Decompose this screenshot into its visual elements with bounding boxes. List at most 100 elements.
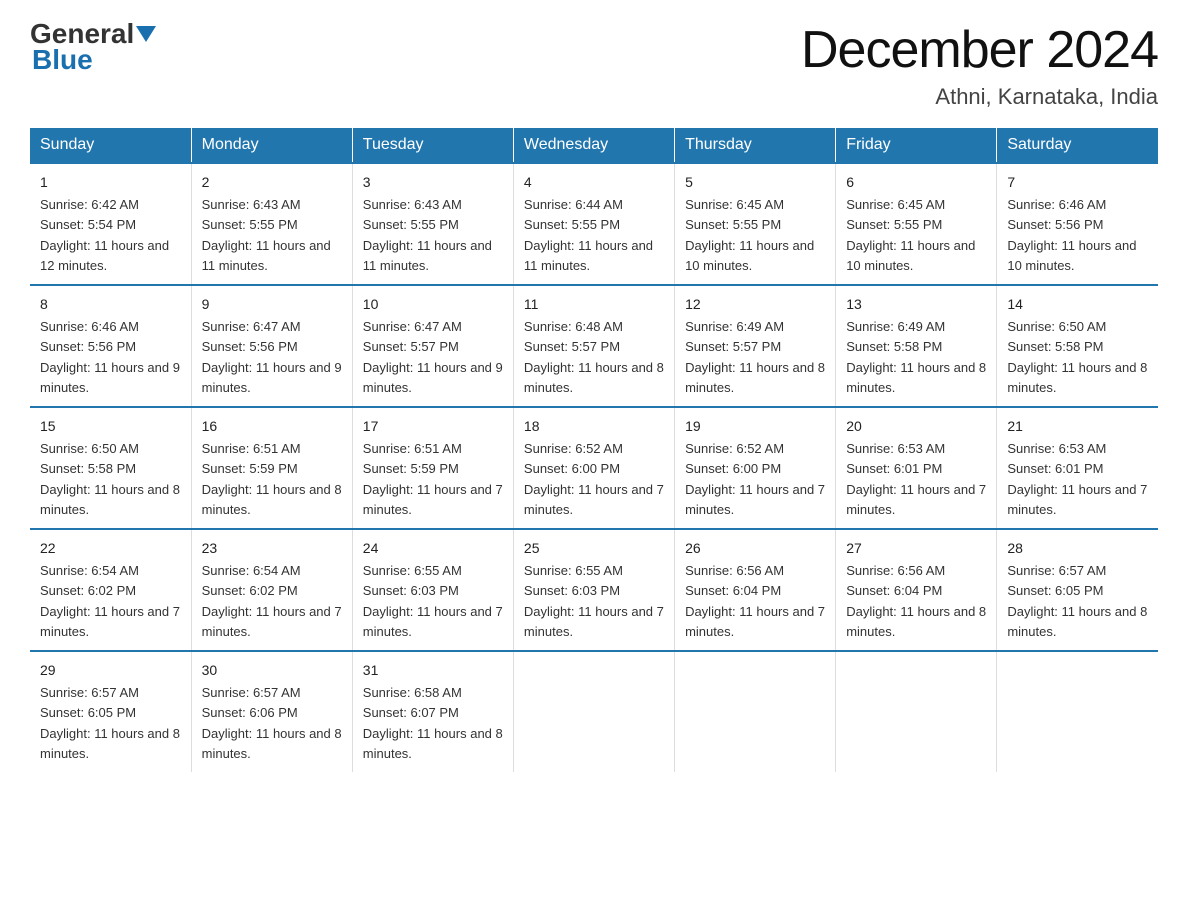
day-number: 22 [40, 538, 181, 559]
day-headers-row: SundayMondayTuesdayWednesdayThursdayFrid… [30, 128, 1158, 163]
day-number: 13 [846, 294, 986, 315]
day-number: 31 [363, 660, 503, 681]
day-number: 21 [1007, 416, 1148, 437]
calendar-cell: 9 Sunrise: 6:47 AMSunset: 5:56 PMDayligh… [191, 285, 352, 407]
calendar-cell [997, 651, 1158, 772]
calendar-table: SundayMondayTuesdayWednesdayThursdayFrid… [30, 128, 1158, 772]
day-info: Sunrise: 6:53 AMSunset: 6:01 PMDaylight:… [846, 441, 986, 517]
calendar-cell: 8 Sunrise: 6:46 AMSunset: 5:56 PMDayligh… [30, 285, 191, 407]
day-info: Sunrise: 6:55 AMSunset: 6:03 PMDaylight:… [363, 563, 503, 639]
day-info: Sunrise: 6:52 AMSunset: 6:00 PMDaylight:… [685, 441, 825, 517]
calendar-cell [513, 651, 674, 772]
calendar-cell: 16 Sunrise: 6:51 AMSunset: 5:59 PMDaylig… [191, 407, 352, 529]
week-row-3: 15 Sunrise: 6:50 AMSunset: 5:58 PMDaylig… [30, 407, 1158, 529]
day-info: Sunrise: 6:51 AMSunset: 5:59 PMDaylight:… [363, 441, 503, 517]
calendar-cell: 12 Sunrise: 6:49 AMSunset: 5:57 PMDaylig… [675, 285, 836, 407]
day-info: Sunrise: 6:57 AMSunset: 6:06 PMDaylight:… [202, 685, 342, 761]
day-info: Sunrise: 6:46 AMSunset: 5:56 PMDaylight:… [40, 319, 180, 395]
calendar-cell: 6 Sunrise: 6:45 AMSunset: 5:55 PMDayligh… [836, 163, 997, 285]
calendar-cell: 20 Sunrise: 6:53 AMSunset: 6:01 PMDaylig… [836, 407, 997, 529]
calendar-cell: 21 Sunrise: 6:53 AMSunset: 6:01 PMDaylig… [997, 407, 1158, 529]
day-info: Sunrise: 6:54 AMSunset: 6:02 PMDaylight:… [40, 563, 180, 639]
day-info: Sunrise: 6:46 AMSunset: 5:56 PMDaylight:… [1007, 197, 1136, 273]
day-header-thursday: Thursday [675, 128, 836, 163]
calendar-cell: 4 Sunrise: 6:44 AMSunset: 5:55 PMDayligh… [513, 163, 674, 285]
day-info: Sunrise: 6:45 AMSunset: 5:55 PMDaylight:… [685, 197, 814, 273]
day-info: Sunrise: 6:58 AMSunset: 6:07 PMDaylight:… [363, 685, 503, 761]
day-header-saturday: Saturday [997, 128, 1158, 163]
calendar-cell: 14 Sunrise: 6:50 AMSunset: 5:58 PMDaylig… [997, 285, 1158, 407]
day-number: 3 [363, 172, 503, 193]
day-number: 9 [202, 294, 342, 315]
day-number: 28 [1007, 538, 1148, 559]
logo-blue-text: Blue [30, 44, 93, 76]
calendar-cell: 13 Sunrise: 6:49 AMSunset: 5:58 PMDaylig… [836, 285, 997, 407]
logo: General Blue [30, 20, 158, 76]
calendar-cell: 2 Sunrise: 6:43 AMSunset: 5:55 PMDayligh… [191, 163, 352, 285]
calendar-cell: 31 Sunrise: 6:58 AMSunset: 6:07 PMDaylig… [352, 651, 513, 772]
day-number: 30 [202, 660, 342, 681]
day-header-monday: Monday [191, 128, 352, 163]
week-row-5: 29 Sunrise: 6:57 AMSunset: 6:05 PMDaylig… [30, 651, 1158, 772]
day-number: 6 [846, 172, 986, 193]
calendar-cell: 15 Sunrise: 6:50 AMSunset: 5:58 PMDaylig… [30, 407, 191, 529]
day-number: 12 [685, 294, 825, 315]
day-number: 17 [363, 416, 503, 437]
day-number: 19 [685, 416, 825, 437]
calendar-cell: 22 Sunrise: 6:54 AMSunset: 6:02 PMDaylig… [30, 529, 191, 651]
calendar-cell: 28 Sunrise: 6:57 AMSunset: 6:05 PMDaylig… [997, 529, 1158, 651]
calendar-cell: 17 Sunrise: 6:51 AMSunset: 5:59 PMDaylig… [352, 407, 513, 529]
day-number: 15 [40, 416, 181, 437]
day-number: 18 [524, 416, 664, 437]
day-info: Sunrise: 6:45 AMSunset: 5:55 PMDaylight:… [846, 197, 975, 273]
calendar-cell: 19 Sunrise: 6:52 AMSunset: 6:00 PMDaylig… [675, 407, 836, 529]
day-number: 11 [524, 294, 664, 315]
day-number: 7 [1007, 172, 1148, 193]
day-info: Sunrise: 6:50 AMSunset: 5:58 PMDaylight:… [40, 441, 180, 517]
main-title: December 2024 [801, 20, 1158, 80]
logo-triangle-icon [136, 26, 156, 42]
calendar-cell: 29 Sunrise: 6:57 AMSunset: 6:05 PMDaylig… [30, 651, 191, 772]
day-info: Sunrise: 6:44 AMSunset: 5:55 PMDaylight:… [524, 197, 653, 273]
calendar-cell: 18 Sunrise: 6:52 AMSunset: 6:00 PMDaylig… [513, 407, 674, 529]
day-number: 2 [202, 172, 342, 193]
day-number: 14 [1007, 294, 1148, 315]
day-header-sunday: Sunday [30, 128, 191, 163]
day-number: 8 [40, 294, 181, 315]
day-info: Sunrise: 6:51 AMSunset: 5:59 PMDaylight:… [202, 441, 342, 517]
day-info: Sunrise: 6:56 AMSunset: 6:04 PMDaylight:… [685, 563, 825, 639]
day-number: 1 [40, 172, 181, 193]
week-row-1: 1 Sunrise: 6:42 AMSunset: 5:54 PMDayligh… [30, 163, 1158, 285]
calendar-cell: 11 Sunrise: 6:48 AMSunset: 5:57 PMDaylig… [513, 285, 674, 407]
day-info: Sunrise: 6:55 AMSunset: 6:03 PMDaylight:… [524, 563, 664, 639]
day-number: 24 [363, 538, 503, 559]
header: General Blue December 2024 Athni, Karnat… [30, 20, 1158, 110]
calendar-cell: 30 Sunrise: 6:57 AMSunset: 6:06 PMDaylig… [191, 651, 352, 772]
day-info: Sunrise: 6:49 AMSunset: 5:58 PMDaylight:… [846, 319, 986, 395]
day-header-friday: Friday [836, 128, 997, 163]
day-number: 4 [524, 172, 664, 193]
day-info: Sunrise: 6:43 AMSunset: 5:55 PMDaylight:… [363, 197, 492, 273]
day-number: 5 [685, 172, 825, 193]
day-info: Sunrise: 6:54 AMSunset: 6:02 PMDaylight:… [202, 563, 342, 639]
calendar-cell: 27 Sunrise: 6:56 AMSunset: 6:04 PMDaylig… [836, 529, 997, 651]
day-number: 20 [846, 416, 986, 437]
day-info: Sunrise: 6:50 AMSunset: 5:58 PMDaylight:… [1007, 319, 1147, 395]
day-number: 25 [524, 538, 664, 559]
calendar-cell: 10 Sunrise: 6:47 AMSunset: 5:57 PMDaylig… [352, 285, 513, 407]
day-info: Sunrise: 6:47 AMSunset: 5:56 PMDaylight:… [202, 319, 342, 395]
day-info: Sunrise: 6:49 AMSunset: 5:57 PMDaylight:… [685, 319, 825, 395]
calendar-cell: 5 Sunrise: 6:45 AMSunset: 5:55 PMDayligh… [675, 163, 836, 285]
calendar-cell: 24 Sunrise: 6:55 AMSunset: 6:03 PMDaylig… [352, 529, 513, 651]
day-info: Sunrise: 6:57 AMSunset: 6:05 PMDaylight:… [40, 685, 180, 761]
day-info: Sunrise: 6:42 AMSunset: 5:54 PMDaylight:… [40, 197, 169, 273]
day-number: 27 [846, 538, 986, 559]
week-row-2: 8 Sunrise: 6:46 AMSunset: 5:56 PMDayligh… [30, 285, 1158, 407]
title-area: December 2024 Athni, Karnataka, India [801, 20, 1158, 110]
week-row-4: 22 Sunrise: 6:54 AMSunset: 6:02 PMDaylig… [30, 529, 1158, 651]
calendar-cell: 3 Sunrise: 6:43 AMSunset: 5:55 PMDayligh… [352, 163, 513, 285]
day-header-wednesday: Wednesday [513, 128, 674, 163]
day-number: 10 [363, 294, 503, 315]
day-number: 26 [685, 538, 825, 559]
day-number: 23 [202, 538, 342, 559]
